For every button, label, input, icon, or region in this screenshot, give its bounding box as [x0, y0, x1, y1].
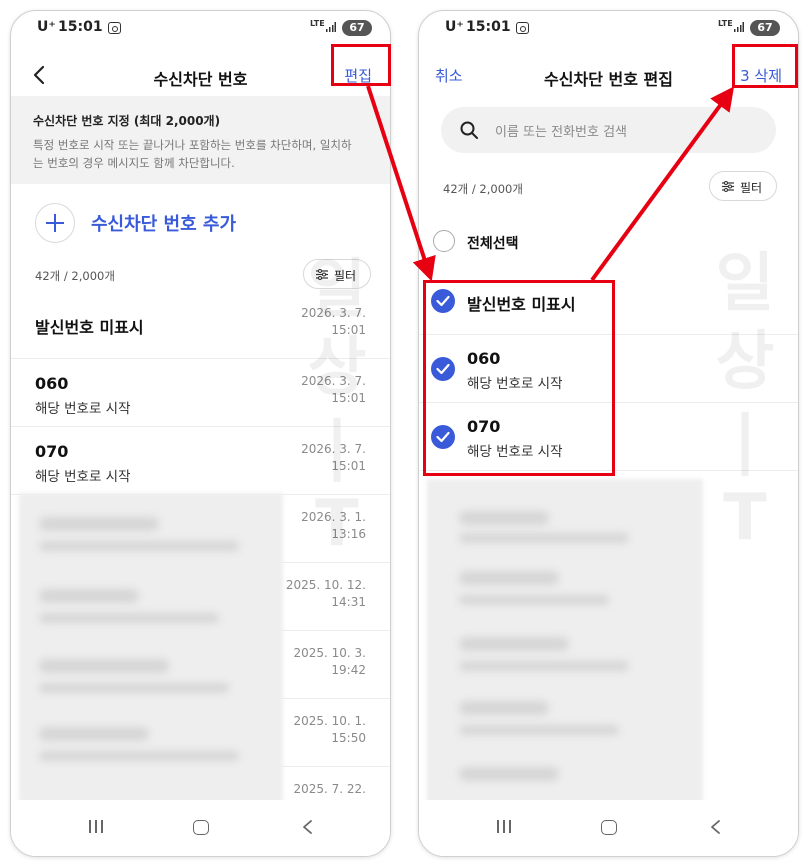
annotation-arrows — [366, 85, 735, 282]
arrow-selection-to-delete — [590, 86, 735, 282]
arrow-edit-to-selection — [366, 85, 436, 282]
